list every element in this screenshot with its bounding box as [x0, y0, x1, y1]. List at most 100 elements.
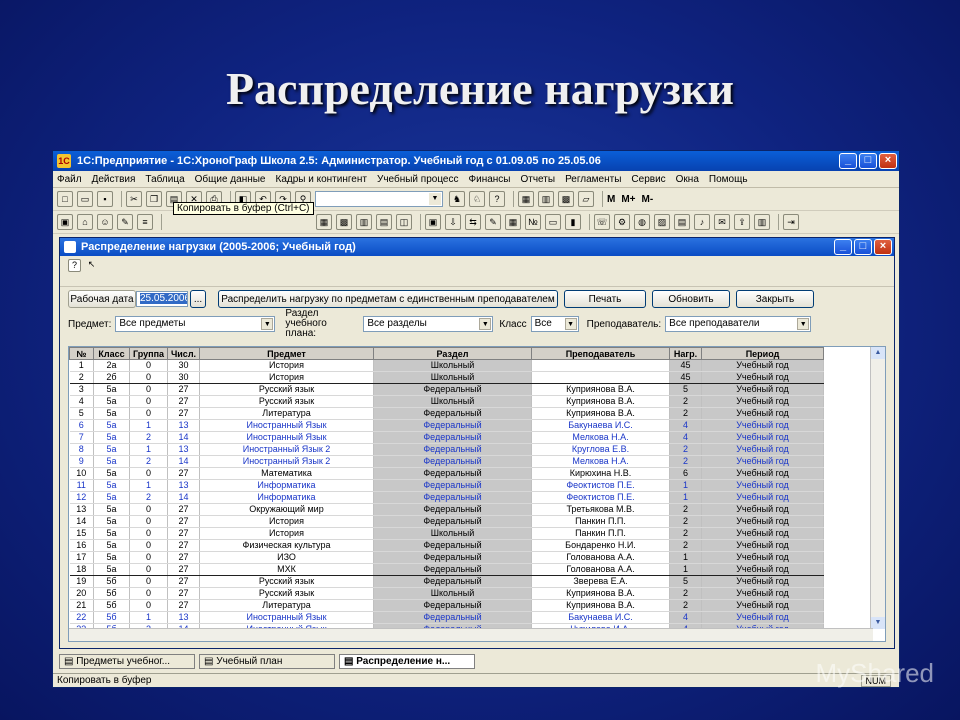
- table-row[interactable]: 8 5а 1 13 Иностранный Язык 2 Федеральный Кругл…: [69, 443, 824, 456]
- journal-icon[interactable]: ▣: [425, 214, 441, 230]
- close-button[interactable]: ×: [879, 153, 897, 169]
- menu-item[interactable]: Финансы: [469, 174, 511, 185]
- refresh-button[interactable]: Обновить: [652, 290, 730, 308]
- edit-icon[interactable]: ✎: [485, 214, 501, 230]
- memory-minus-button[interactable]: M-: [642, 194, 654, 205]
- globe-icon[interactable]: ◍: [634, 214, 650, 230]
- table-row[interactable]: 2 2б 0 30 История Школьный 45 Учебный год: [69, 371, 824, 384]
- scroll-up-icon[interactable]: ▲: [871, 347, 885, 359]
- document-icon[interactable]: ▭: [545, 214, 561, 230]
- chat-icon[interactable]: ✉: [714, 214, 730, 230]
- close-form-button[interactable]: Закрыть: [736, 290, 814, 308]
- maximize-button[interactable]: □: [859, 153, 877, 169]
- table-row[interactable]: 16 5а 0 27 Физическая культура Федеральный Бон…: [69, 539, 824, 552]
- calendar-icon[interactable]: ▥: [538, 191, 554, 207]
- table-row[interactable]: 14 5а 0 27 История Федеральный Панкин П.П. 2 Уче…: [69, 515, 824, 528]
- table-row[interactable]: 15 5а 0 27 История Школьный Панкин П.П. 2 Учебны…: [69, 527, 824, 540]
- table-row[interactable]: 1 2а 0 30 История Школьный 45 Учебный год: [69, 359, 824, 372]
- column-header[interactable]: Предмет: [199, 347, 374, 360]
- class-select[interactable]: Все: [530, 316, 579, 332]
- chart-bar-icon[interactable]: ▮: [565, 214, 581, 230]
- settings-icon[interactable]: ⚙: [614, 214, 630, 230]
- calculator-icon[interactable]: ▦: [518, 191, 534, 207]
- child-maximize-button[interactable]: □: [854, 239, 872, 255]
- table-row[interactable]: 10 5а 0 27 Математика Федеральный Кирюхина Н.В…: [69, 467, 824, 480]
- task-tab-distribution[interactable]: ▤ Распределение н...: [339, 653, 475, 669]
- exit-icon[interactable]: ⇥: [783, 214, 799, 230]
- column-header[interactable]: Группа: [129, 347, 168, 360]
- menu-item[interactable]: Учебный процесс: [377, 174, 459, 185]
- distribute-load-button[interactable]: Распределить нагрузку по предметам с еди…: [218, 290, 558, 308]
- people-icon[interactable]: ☺: [97, 214, 113, 230]
- search-combo[interactable]: [315, 191, 443, 207]
- folder-icon[interactable]: ▱: [578, 191, 594, 207]
- menu-item[interactable]: Сервис: [631, 174, 665, 185]
- archive-icon[interactable]: ▤: [674, 214, 690, 230]
- image-icon[interactable]: ▨: [654, 214, 670, 230]
- minimize-button[interactable]: _: [839, 153, 857, 169]
- teacher-select[interactable]: Все преподаватели: [665, 316, 812, 332]
- home-icon[interactable]: ⌂: [77, 214, 93, 230]
- print-button[interactable]: Печать: [564, 290, 646, 308]
- menu-item[interactable]: Отчеты: [520, 174, 555, 185]
- table-row[interactable]: 12 5а 2 14 Информатика Федеральный Феоктистов …: [69, 491, 824, 504]
- table-row[interactable]: 4 5а 0 27 Русский язык Школьный Куприянова В.А…: [69, 395, 824, 408]
- column-header[interactable]: №: [69, 347, 94, 360]
- copy-icon[interactable]: ❐: [146, 191, 162, 207]
- table-row[interactable]: 9 5а 2 14 Иностранный Язык 2 Федеральный Мелко…: [69, 455, 824, 468]
- table-view-icon[interactable]: ▦: [505, 214, 521, 230]
- help-icon[interactable]: ?: [68, 258, 81, 272]
- task-tab-subjects[interactable]: ▤ Предметы учебног...: [59, 653, 195, 669]
- child-close-button[interactable]: ×: [874, 239, 892, 255]
- column-header[interactable]: Числ.: [167, 347, 200, 360]
- table-icon[interactable]: ▩: [558, 191, 574, 207]
- transfer-icon[interactable]: ⇆: [465, 214, 481, 230]
- table-row[interactable]: 3 5а 0 27 Русский язык Федеральный Куприянова …: [69, 383, 824, 396]
- cut-icon[interactable]: ✂: [126, 191, 142, 207]
- open-folder-icon[interactable]: ▭: [77, 191, 93, 207]
- table-row[interactable]: 18 5а 0 27 МХК Федеральный Голованова А.А. 1 Уче…: [69, 563, 824, 576]
- table-row[interactable]: 13 5а 0 27 Окружающий мир Федеральный Третьяко…: [69, 503, 824, 516]
- menu-item[interactable]: Действия: [92, 174, 136, 185]
- table-row[interactable]: 5 5а 0 27 Литература Федеральный Куприянова В.…: [69, 407, 824, 420]
- column-header[interactable]: Нагр.: [669, 347, 702, 360]
- menu-item[interactable]: Помощь: [709, 174, 748, 185]
- table-row[interactable]: 22 5б 1 13 Иностранный Язык Федеральный Бакуна…: [69, 611, 824, 624]
- download-icon[interactable]: ⇩: [445, 214, 461, 230]
- section-select[interactable]: Все разделы: [363, 316, 494, 332]
- new-document-icon[interactable]: □: [57, 191, 73, 207]
- phone-icon[interactable]: ☏: [594, 214, 610, 230]
- menu-item[interactable]: Таблица: [145, 174, 184, 185]
- menu-item[interactable]: Регламенты: [565, 174, 621, 185]
- report-icon[interactable]: ▤: [376, 214, 392, 230]
- search-back-icon[interactable]: ♘: [469, 191, 485, 207]
- date-picker-button[interactable]: ...: [190, 290, 206, 308]
- cabinet-icon[interactable]: ▥: [754, 214, 770, 230]
- table-row[interactable]: 20 5б 0 27 Русский язык Школьный Куприянова В.…: [69, 587, 824, 600]
- bell-icon[interactable]: ♪: [694, 214, 710, 230]
- menu-item[interactable]: Кадры и контингент: [276, 174, 367, 185]
- class-icon[interactable]: ◫: [396, 214, 412, 230]
- grid-icon[interactable]: ▩: [336, 214, 352, 230]
- column-header[interactable]: Класс: [93, 347, 130, 360]
- pencil-icon[interactable]: ✎: [117, 214, 133, 230]
- menu-item[interactable]: Файл: [57, 174, 82, 185]
- column-header[interactable]: Преподаватель: [531, 347, 670, 360]
- menu-item[interactable]: Окна: [676, 174, 699, 185]
- save-icon[interactable]: ▪: [97, 191, 113, 207]
- vertical-scrollbar[interactable]: ▲ ▼: [870, 347, 885, 629]
- list-icon[interactable]: ≡: [137, 214, 153, 230]
- task-tab-curriculum[interactable]: ▤ Учебный план: [199, 653, 335, 669]
- search-forward-icon[interactable]: ♞: [449, 191, 465, 207]
- horizontal-scrollbar[interactable]: [69, 628, 873, 641]
- column-header[interactable]: Раздел: [373, 347, 532, 360]
- table-row[interactable]: 17 5а 0 27 ИЗО Федеральный Голованова А.А. 1 Уче…: [69, 551, 824, 564]
- table-row[interactable]: 11 5а 1 13 Информатика Федеральный Феоктистов …: [69, 479, 824, 492]
- child-minimize-button[interactable]: _: [834, 239, 852, 255]
- schedule-icon[interactable]: ▦: [316, 214, 332, 230]
- book-icon[interactable]: ▣: [57, 214, 73, 230]
- menu-item[interactable]: Общие данные: [195, 174, 266, 185]
- table-row[interactable]: 19 5б 0 27 Русский язык Федеральный Зверева Е.…: [69, 575, 824, 588]
- memory-plus-button[interactable]: M+: [621, 194, 635, 205]
- column-header[interactable]: Период: [701, 347, 824, 360]
